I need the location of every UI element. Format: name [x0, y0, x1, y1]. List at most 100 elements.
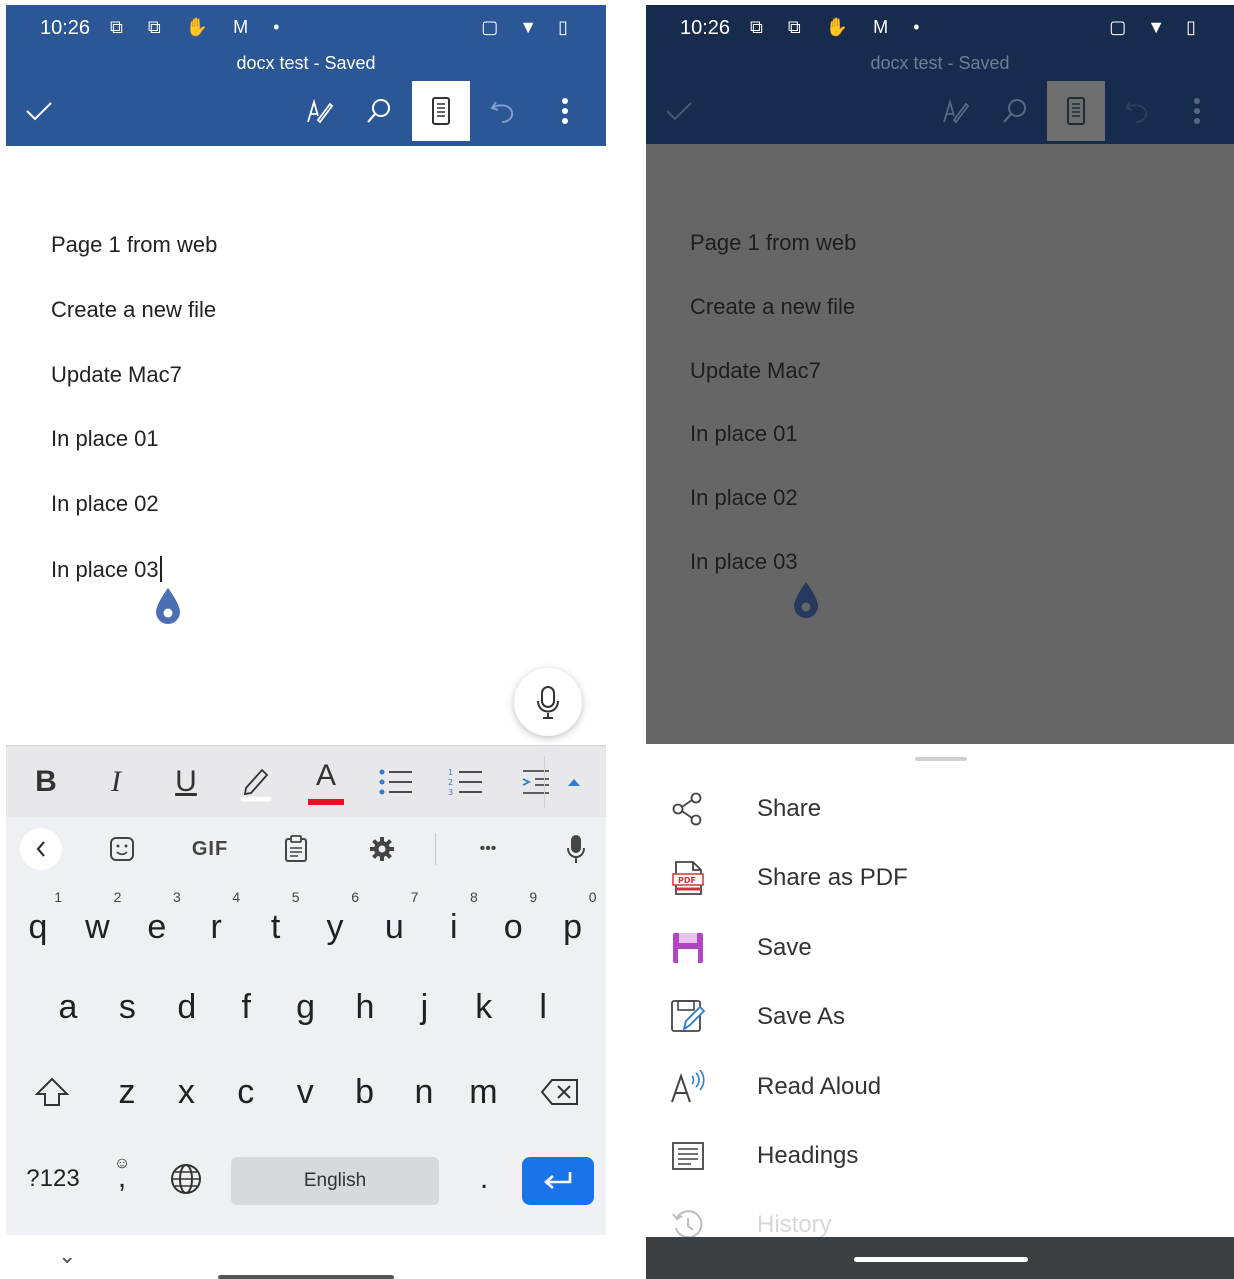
key-s[interactable]: s: [99, 975, 155, 1039]
key-x[interactable]: x: [158, 1060, 214, 1124]
language-key[interactable]: [158, 1147, 214, 1211]
key-t[interactable]: t5: [248, 889, 304, 953]
paragraph-6-with-cursor[interactable]: In place 03: [51, 556, 162, 583]
enter-key[interactable]: [522, 1157, 594, 1205]
font-color-swatch: [308, 799, 344, 805]
read-aloud-icon: [668, 1067, 708, 1107]
globe-icon: [171, 1164, 201, 1194]
voice-input-button[interactable]: [556, 829, 596, 869]
menu-item-headings[interactable]: Headings: [646, 1126, 1234, 1186]
sheet-grab-handle[interactable]: [915, 757, 967, 761]
key-z[interactable]: z: [99, 1060, 155, 1124]
menu-item-share-as-pdf[interactable]: PDF Share as PDF: [646, 848, 1234, 908]
clipboard-button[interactable]: [276, 829, 316, 869]
key-letter: w: [85, 907, 110, 946]
microphone-icon: [567, 835, 585, 863]
mobile-view-icon[interactable]: [412, 81, 470, 141]
highlight-button[interactable]: [221, 746, 291, 818]
svg-text:1: 1: [448, 768, 453, 777]
menu-item-save-as[interactable]: Save As: [646, 987, 1234, 1047]
sticker-button[interactable]: [102, 829, 142, 869]
key-c[interactable]: c: [218, 1060, 274, 1124]
key-r[interactable]: r4: [188, 889, 244, 953]
menu-label: Read Aloud: [757, 1073, 882, 1100]
dictate-button[interactable]: [514, 668, 582, 736]
underline-button[interactable]: U: [151, 746, 221, 818]
key-number-hint: 0: [588, 889, 597, 905]
key-number-hint: 1: [54, 889, 62, 905]
menu-item-read-aloud[interactable]: Read Aloud: [646, 1057, 1234, 1117]
system-nav-bar: [646, 1237, 1234, 1279]
save-as-icon: [668, 997, 708, 1037]
app-header: 10:26 ⧉ ⧉ ✋ M • ▢ ▼ ▯ docx test - Saved: [6, 5, 606, 146]
bold-button[interactable]: B: [11, 746, 81, 818]
hide-keyboard-button[interactable]: ⌄: [58, 1245, 82, 1269]
paragraph-5[interactable]: In place 02: [51, 491, 159, 517]
key-y[interactable]: y6: [307, 889, 363, 953]
selection-handle-icon[interactable]: [154, 586, 182, 626]
home-gesture-bar[interactable]: [218, 1275, 394, 1279]
key-l[interactable]: l: [515, 975, 571, 1039]
key-q[interactable]: q1: [10, 889, 66, 953]
key-k[interactable]: k: [456, 975, 512, 1039]
key-g[interactable]: g: [278, 975, 334, 1039]
menu-item-share[interactable]: Share: [646, 779, 1234, 839]
keyboard-settings-button[interactable]: [362, 829, 402, 869]
paragraph-2[interactable]: Create a new file: [51, 297, 216, 323]
menu-item-save[interactable]: Save: [646, 918, 1234, 978]
key-letter: q: [28, 907, 48, 946]
shift-key[interactable]: [24, 1060, 80, 1124]
comma-key[interactable]: ☺ ,: [102, 1147, 142, 1211]
more-vert-icon[interactable]: [536, 81, 594, 141]
share-icon: [668, 789, 708, 829]
key-a[interactable]: a: [40, 975, 96, 1039]
italic-button[interactable]: I: [81, 746, 151, 818]
bullet-list-button[interactable]: [361, 746, 431, 818]
key-d[interactable]: d: [159, 975, 215, 1039]
key-o[interactable]: o9: [485, 889, 541, 953]
key-letter: t: [270, 907, 281, 946]
backspace-key[interactable]: [532, 1060, 588, 1124]
key-i[interactable]: i8: [426, 889, 482, 953]
keyboard-toolbar-divider: [435, 833, 436, 865]
search-icon[interactable]: [350, 81, 408, 141]
keyboard-back-button[interactable]: [20, 828, 62, 870]
notification-icons: ⧉ ⧉ ✋ M •: [110, 17, 290, 37]
left-screen-editor: 10:26 ⧉ ⧉ ✋ M • ▢ ▼ ▯ docx test - Saved: [6, 0, 606, 1279]
key-p[interactable]: p0: [545, 889, 601, 953]
backspace-icon: [540, 1079, 578, 1105]
checkmark-icon[interactable]: [10, 81, 68, 141]
home-gesture-bar[interactable]: [854, 1257, 1028, 1262]
key-f[interactable]: f: [218, 975, 274, 1039]
document-canvas-dimmed[interactable]: Page 1 from web Create a new file Update…: [646, 144, 1234, 744]
gif-button[interactable]: GIF: [182, 829, 238, 869]
key-e[interactable]: e3: [129, 889, 185, 953]
font-color-button[interactable]: A: [291, 746, 361, 818]
bullet-list-icon: [379, 769, 412, 795]
paragraph-4: In place 01: [690, 421, 798, 446]
paragraph-1[interactable]: Page 1 from web: [51, 232, 217, 258]
symbols-key[interactable]: ?123: [20, 1147, 86, 1211]
paragraph-4[interactable]: In place 01: [51, 426, 159, 452]
undo-icon[interactable]: [474, 81, 532, 141]
draw-pen-icon[interactable]: [290, 81, 348, 141]
file-actions-sheet: Share PDF Share as PDF Save Save As Read: [646, 744, 1234, 1239]
key-n[interactable]: n: [396, 1060, 452, 1124]
key-v[interactable]: v: [277, 1060, 333, 1124]
key-j[interactable]: j: [396, 975, 452, 1039]
paragraph-3[interactable]: Update Mac7: [51, 362, 182, 388]
key-m[interactable]: m: [455, 1060, 511, 1124]
selection-handle-icon: [792, 580, 820, 620]
key-w[interactable]: w2: [69, 889, 125, 953]
period-key[interactable]: .: [456, 1147, 512, 1211]
system-status-icons: ▢ ▼ ▯: [1109, 17, 1204, 37]
key-u[interactable]: u7: [366, 889, 422, 953]
svg-text:3: 3: [448, 788, 453, 797]
document-canvas[interactable]: Page 1 from web Create a new file Update…: [6, 146, 606, 744]
more-options-button[interactable]: •••: [466, 829, 510, 869]
numbered-list-button[interactable]: 123: [431, 746, 501, 818]
key-b[interactable]: b: [337, 1060, 393, 1124]
expand-formatting-button[interactable]: [544, 746, 604, 818]
key-h[interactable]: h: [337, 975, 393, 1039]
space-bar[interactable]: English: [231, 1157, 439, 1205]
